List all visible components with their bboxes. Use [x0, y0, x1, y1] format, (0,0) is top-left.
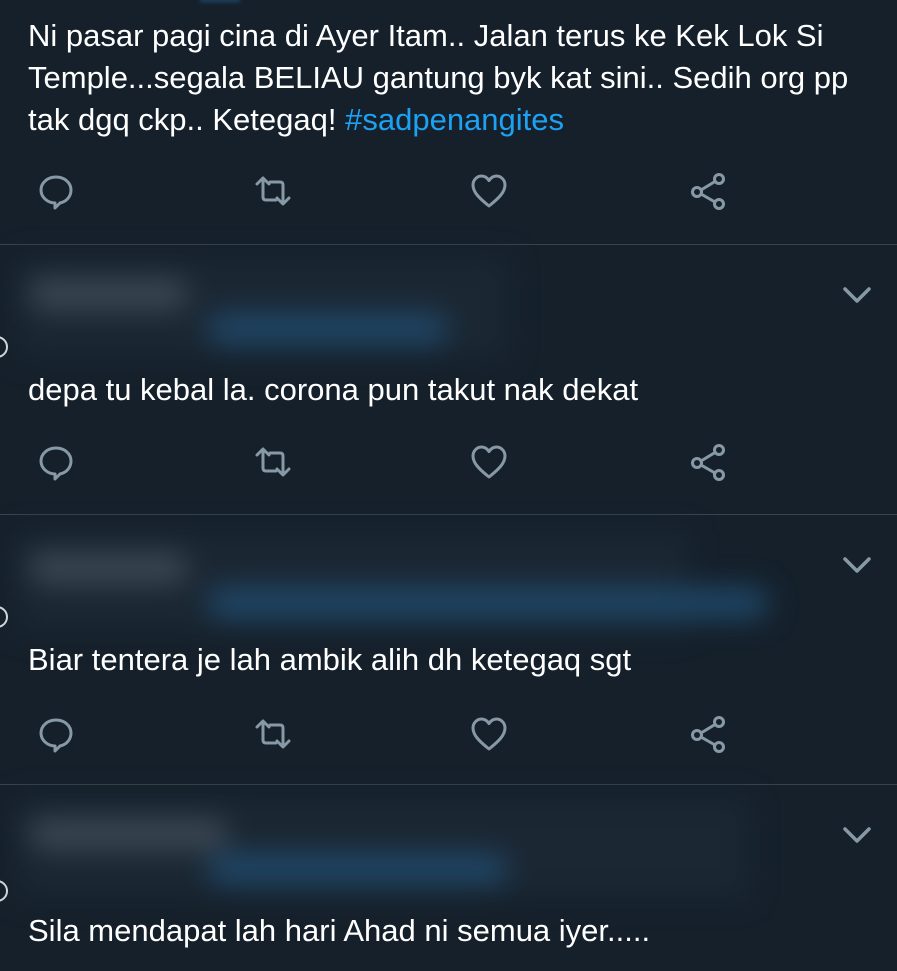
share-icon	[691, 173, 725, 210]
tweet-text: Biar tentera je lah ambik alih dh ketega…	[28, 642, 632, 677]
like-button[interactable]	[466, 439, 512, 485]
author-blurred	[18, 799, 748, 897]
like-button[interactable]	[466, 711, 512, 757]
chevron-down-icon[interactable]	[837, 275, 877, 315]
like-icon	[471, 445, 507, 479]
tweet-text: Sila mendapat lah hari Ahad ni semua iye…	[28, 913, 651, 948]
retweet-button[interactable]	[250, 439, 296, 485]
chevron-down-icon[interactable]	[837, 815, 877, 855]
chevron-down-icon[interactable]	[837, 545, 877, 585]
avatar[interactable]	[0, 606, 8, 628]
reply-icon	[39, 718, 73, 753]
tweet[interactable]: Biar tentera je lah ambik alih dh ketega…	[0, 515, 897, 784]
reply-icon	[39, 446, 73, 481]
like-icon	[471, 174, 507, 208]
retweet-icon	[255, 447, 291, 477]
tweet-text: depa tu kebal la. corona pun takut nak d…	[28, 372, 639, 407]
reply-button[interactable]	[33, 168, 79, 214]
share-icon	[691, 716, 725, 753]
tweet[interactable]: depa tu kebal la. corona pun takut nak d…	[0, 245, 897, 514]
like-icon	[471, 717, 507, 751]
share-button[interactable]	[685, 168, 731, 214]
avatar[interactable]	[0, 336, 8, 358]
tweet[interactable]: Ni pasar pagi cina di Ayer Itam.. Jalan …	[0, 0, 897, 244]
like-button[interactable]	[466, 168, 512, 214]
share-icon	[691, 444, 725, 481]
retweet-icon	[255, 719, 291, 749]
tweet-actions	[0, 168, 897, 218]
reply-button[interactable]	[33, 711, 79, 757]
reply-icon	[39, 175, 73, 210]
avatar[interactable]	[0, 880, 8, 902]
share-button[interactable]	[685, 439, 731, 485]
retweet-icon	[255, 176, 291, 206]
retweet-button[interactable]	[250, 168, 296, 214]
retweet-button[interactable]	[250, 711, 296, 757]
reply-button[interactable]	[33, 439, 79, 485]
tweet-text: Ni pasar pagi cina di Ayer Itam.. Jalan …	[28, 15, 877, 141]
author-blurred	[18, 533, 788, 631]
tweet[interactable]: Sila mendapat lah hari Ahad ni semua iye…	[0, 785, 897, 971]
author-blurred	[18, 259, 508, 357]
hashtag-link[interactable]: #sadpenangites	[345, 102, 564, 137]
share-button[interactable]	[685, 711, 731, 757]
tweet-actions	[0, 439, 897, 489]
tweet-actions	[0, 711, 897, 761]
